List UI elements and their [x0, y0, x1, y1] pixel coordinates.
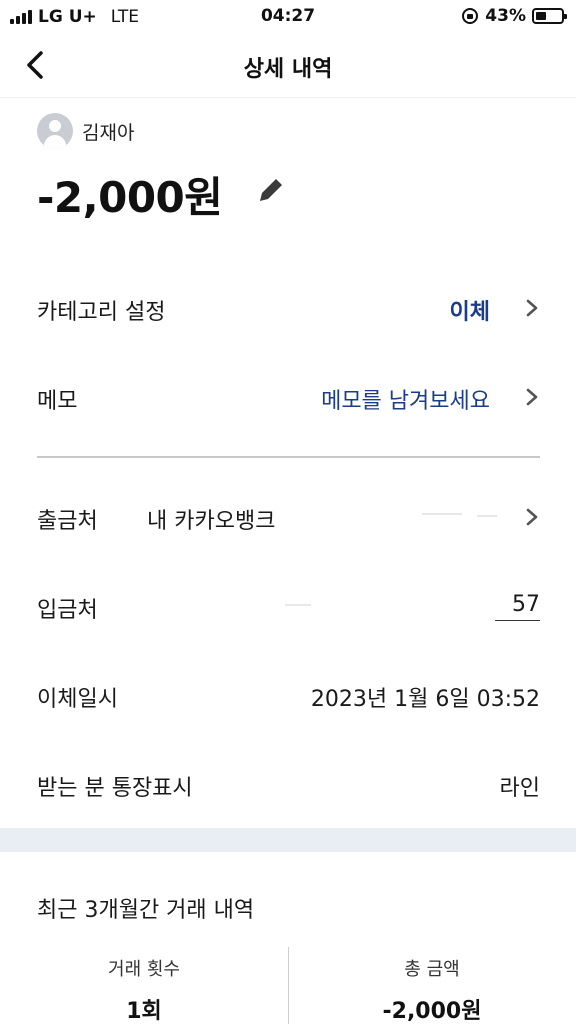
transaction-amount: -2,000원 — [37, 173, 223, 222]
battery-fill — [536, 12, 547, 20]
redacted-mark — [285, 604, 311, 606]
chevron-right-icon — [526, 508, 538, 526]
orientation-lock-icon — [462, 8, 479, 24]
destination-label: 입금처 — [37, 598, 98, 623]
battery-percent: 43% — [485, 6, 526, 26]
recipient-display-row: 받는 분 통장표시 라인 — [37, 762, 540, 806]
redacted-mark — [477, 515, 497, 517]
destination-account-number: 57 — [512, 592, 540, 617]
recipient-display-value: 라인 — [499, 776, 540, 801]
section-divider — [37, 456, 540, 458]
datetime-label: 이체일시 — [37, 687, 118, 712]
total-label: 총 금액 — [404, 959, 460, 980]
underline-mark — [495, 620, 540, 621]
chevron-right-icon — [526, 299, 538, 317]
total-amount-stat: 총 금액 -2,000원 — [288, 955, 576, 1024]
recipient-name: 김재아 — [82, 121, 135, 144]
category-label: 카테고리 설정 — [37, 300, 166, 325]
status-bar: LG U+ LTE 04:27 43% — [0, 0, 576, 34]
recipient-display-label: 받는 분 통장표시 — [37, 776, 193, 801]
datetime-value: 2023년 1월 6일 03:52 — [310, 687, 540, 712]
memo-placeholder: 메모를 남겨보세요 — [321, 389, 490, 414]
category-row[interactable]: 카테고리 설정 이체 — [37, 286, 540, 330]
memo-row[interactable]: 메모 메모를 남겨보세요 — [37, 375, 540, 419]
source-account-row[interactable]: 출금처 내 카카오뱅크 — [37, 495, 540, 539]
total-value: -2,000원 — [382, 999, 482, 1024]
transfer-datetime-row: 이체일시 2023년 1월 6일 03:52 — [37, 673, 540, 717]
destination-account-row: 입금처 57 — [37, 584, 540, 628]
nav-header: 상세 내역 — [0, 34, 576, 98]
page-title: 상세 내역 — [243, 57, 333, 82]
person-avatar-icon — [37, 113, 73, 149]
memo-label: 메모 — [37, 389, 78, 414]
count-value: 1회 — [126, 999, 162, 1024]
category-value: 이체 — [449, 300, 490, 325]
status-right: 43% — [462, 6, 567, 26]
edit-button[interactable] — [253, 172, 289, 208]
chevron-right-icon — [526, 388, 538, 406]
count-label: 거래 횟수 — [108, 959, 180, 980]
pencil-icon — [260, 176, 285, 201]
redacted-mark — [422, 513, 462, 515]
section-gap — [0, 828, 576, 852]
source-label: 출금처 — [37, 509, 98, 534]
recipient-profile: 김재아 — [37, 113, 134, 149]
battery-icon — [532, 8, 567, 24]
source-account-name: 내 카카오뱅크 — [147, 509, 276, 534]
back-button[interactable] — [20, 48, 54, 82]
transaction-count-stat: 거래 횟수 1회 — [0, 955, 288, 1024]
chevron-left-icon — [27, 51, 43, 79]
recent-history-title: 최근 3개월간 거래 내역 — [37, 898, 255, 923]
